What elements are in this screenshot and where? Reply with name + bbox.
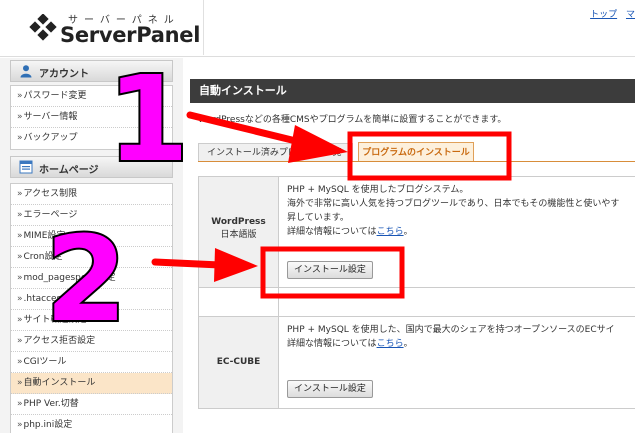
sidebar-item-label: エラーページ xyxy=(23,210,78,220)
sidebar-section-account: アカウント xyxy=(10,60,173,82)
detail-suffix: 。 xyxy=(403,339,413,349)
arrow-icon: » xyxy=(17,378,23,388)
arrow-icon: » xyxy=(17,252,23,262)
sidebar-item-php-ini[interactable]: »php.ini設定 xyxy=(11,415,172,433)
desc-line: PHP + MySQL を使用した、国内で最大のシェアを持つオープンソースのEC… xyxy=(287,325,615,335)
tab-underline xyxy=(198,161,635,162)
user-icon xyxy=(20,65,32,78)
sidebar-item-label: アクセス制限 xyxy=(23,189,78,199)
sidebar-section-title: アカウント xyxy=(39,69,89,80)
header-links: トップ マ xyxy=(584,7,635,20)
tab-installed-programs[interactable]: インストール済みプログラム一覧 xyxy=(198,143,353,162)
arrow-icon: » xyxy=(17,399,23,409)
sidebar-item-label: パスワード変更 xyxy=(23,91,87,101)
sidebar-item-php-version[interactable]: »PHP Ver.切替 xyxy=(11,394,172,415)
sidebar-section-title: ホームページ xyxy=(39,165,99,176)
program-row-wordpress: WordPress 日本語版 PHP + MySQL を使用したブログシステム。… xyxy=(198,177,635,288)
page-title: 自動インストール xyxy=(190,79,635,103)
detail-link[interactable]: こちら xyxy=(377,339,404,349)
desc-line: 海外で非常に高い人気を持つブログツールであり、日本でもその機能性と使いやす xyxy=(287,199,620,209)
arrow-icon: » xyxy=(17,294,23,304)
sidebar-item-cgi-tools[interactable]: »CGIツール xyxy=(11,352,172,373)
manual-link[interactable]: マ xyxy=(626,10,635,20)
detail-suffix: 。 xyxy=(403,227,413,237)
program-name-line1: WordPress xyxy=(211,217,266,227)
sidebar-item-label: サイト転送設定 xyxy=(23,315,87,325)
sidebar-item-mime[interactable]: »MIME設定 xyxy=(11,226,172,247)
logo-mark-icon xyxy=(29,14,57,41)
top-link[interactable]: トップ xyxy=(590,10,617,20)
sidebar-item-access-restriction[interactable]: »アクセス制限 xyxy=(11,184,172,205)
program-name-line2: 日本語版 xyxy=(220,230,257,240)
sidebar-item-auto-install[interactable]: »自動インストール xyxy=(11,373,172,394)
sidebar-item-label: バックアップ xyxy=(23,133,78,143)
arrow-icon: » xyxy=(17,112,23,122)
program-description: PHP + MySQL を使用した、国内で最大のシェアを持つオープンソースのEC… xyxy=(287,323,615,351)
sidebar: アカウント »パスワード変更 »サーバー情報 »バックアップ ホームページ »ア… xyxy=(0,58,183,433)
sidebar-item-htaccess[interactable]: ».htaccess編集 xyxy=(11,289,172,310)
sidebar-item-label: Cron設定 xyxy=(23,252,63,262)
header-divider xyxy=(0,56,635,57)
sidebar-item-backup[interactable]: »バックアップ xyxy=(11,128,172,149)
sidebar-item-label: アクセス拒否設定 xyxy=(23,336,96,346)
detail-text: 詳細な情報については xyxy=(287,339,377,349)
program-description: PHP + MySQL を使用したブログシステム。 海外で非常に高い人気を持つブ… xyxy=(287,183,619,239)
program-name: WordPress 日本語版 xyxy=(198,177,279,287)
header: サーバーパネル ServerPanel トップ マ xyxy=(0,0,635,57)
arrow-icon: » xyxy=(17,420,23,430)
sidebar-item-access-deny[interactable]: »アクセス拒否設定 xyxy=(11,331,172,352)
program-name: EC-CUBE xyxy=(198,317,279,408)
arrow-icon: » xyxy=(17,336,23,346)
homepage-icon xyxy=(19,160,33,174)
sidebar-item-password[interactable]: »パスワード変更 xyxy=(11,86,172,107)
sidebar-item-label: CGIツール xyxy=(23,357,67,367)
arrow-icon: » xyxy=(17,315,23,325)
sidebar-item-label: PHP Ver.切替 xyxy=(23,399,79,409)
detail-line: 詳細な情報についてはこちら。 xyxy=(287,225,619,239)
sidebar-item-label: php.ini設定 xyxy=(23,420,73,430)
wordpress-install-settings-button[interactable]: インストール設定 xyxy=(287,261,373,279)
program-name-line1: EC-CUBE xyxy=(216,357,261,367)
detail-text: 詳細な情報については xyxy=(287,227,377,237)
sidebar-item-error-page[interactable]: »エラーページ xyxy=(11,205,172,226)
sidebar-list-account: »パスワード変更 »サーバー情報 »バックアップ xyxy=(10,85,173,150)
desc-line: PHP + MySQL を使用したブログシステム。 xyxy=(287,185,469,195)
sidebar-item-mod-pagespeed[interactable]: »mod_pagespeed設定 xyxy=(11,268,172,289)
eccube-install-settings-button[interactable]: インストール設定 xyxy=(287,380,373,398)
sidebar-item-server-info[interactable]: »サーバー情報 xyxy=(11,107,172,128)
page-description: WordPressなどの各種CMSやプログラムを簡単に設置することができます。 xyxy=(198,115,507,125)
serverpanel-logo[interactable]: サーバーパネル ServerPanel xyxy=(10,8,200,52)
arrow-icon: » xyxy=(17,231,23,241)
main-content: 自動インストール WordPressなどの各種CMSやプログラムを簡単に設置する… xyxy=(190,74,635,433)
program-row-spacer xyxy=(198,288,635,317)
sidebar-item-label: .htaccess編集 xyxy=(23,294,84,304)
program-table: WordPress 日本語版 PHP + MySQL を使用したブログシステム。… xyxy=(198,176,635,409)
sidebar-item-label: サーバー情報 xyxy=(23,112,78,122)
arrow-icon: » xyxy=(17,210,23,220)
arrow-icon: » xyxy=(17,189,23,199)
logo-title: ServerPanel xyxy=(60,23,201,47)
spacer-cell xyxy=(198,288,279,316)
arrow-icon: » xyxy=(17,273,23,283)
header-bar: トップ マ xyxy=(203,0,635,55)
sidebar-item-label: 自動インストール xyxy=(23,378,96,388)
detail-link[interactable]: こちら xyxy=(377,227,404,237)
arrow-icon: » xyxy=(17,133,23,143)
program-row-eccube: EC-CUBE PHP + MySQL を使用した、国内で最大のシェアを持つオー… xyxy=(198,317,635,409)
sidebar-item-label: mod_pagespeed設定 xyxy=(23,273,116,283)
sidebar-item-cron[interactable]: »Cron設定 xyxy=(11,247,172,268)
sidebar-list-homepage: »アクセス制限 »エラーページ »MIME設定 »Cron設定 »mod_pag… xyxy=(10,183,173,433)
desc-line: 昇しています。 xyxy=(287,213,349,223)
arrow-icon: » xyxy=(17,357,23,367)
tab-program-install[interactable]: プログラムのインストール xyxy=(358,142,474,162)
sidebar-item-site-redirect[interactable]: »サイト転送設定 xyxy=(11,310,172,331)
detail-line: 詳細な情報についてはこちら。 xyxy=(287,337,615,351)
sidebar-section-homepage: ホームページ xyxy=(10,156,173,178)
arrow-icon: » xyxy=(17,91,23,101)
sidebar-item-label: MIME設定 xyxy=(23,231,66,241)
